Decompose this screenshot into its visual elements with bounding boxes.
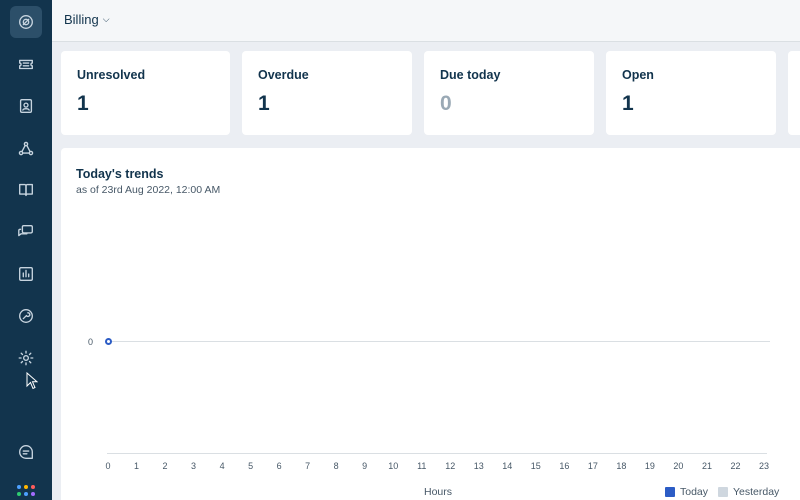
legend-label-yesterday: Yesterday <box>733 486 780 498</box>
x-tick-label: 0 <box>105 461 111 471</box>
x-tick-label: 9 <box>362 461 368 471</box>
x-tick-label: 17 <box>587 461 598 471</box>
group-selector-dropdown[interactable]: Billing ⌵ <box>64 12 110 27</box>
mouse-cursor-icon <box>26 372 38 390</box>
x-tick-label: 23 <box>758 461 769 471</box>
trends-title: Today's trends <box>76 167 164 181</box>
x-tick-label: 12 <box>445 461 456 471</box>
reports-icon[interactable] <box>10 258 42 290</box>
stat-label: Open <box>622 68 654 82</box>
x-tick-label: 4 <box>219 461 225 471</box>
knowledge-base-icon[interactable] <box>10 174 42 206</box>
stat-card-due-today[interactable]: Due today 0 <box>424 51 594 135</box>
stat-value: 1 <box>622 92 634 115</box>
today-data-point[interactable] <box>105 338 112 345</box>
x-axis-line <box>107 453 767 454</box>
chevron-down-icon: ⌵ <box>102 14 110 24</box>
trends-subtitle: as of 23rd Aug 2022, 12:00 AM <box>76 184 221 196</box>
stat-label: Overdue <box>258 68 309 82</box>
x-tick-label: 18 <box>616 461 627 471</box>
freshdesk-chat-icon[interactable] <box>10 436 42 468</box>
x-tick-label: 3 <box>191 461 197 471</box>
x-tick-label: 8 <box>333 461 339 471</box>
stat-label: Unresolved <box>77 68 146 82</box>
x-axis-title: Hours <box>424 486 453 498</box>
groups-icon[interactable] <box>10 133 42 165</box>
legend-label-today: Today <box>680 486 709 498</box>
x-tick-label: 13 <box>473 461 484 471</box>
x-tick-label: 22 <box>730 461 741 471</box>
y-tick-label: 0 <box>88 337 94 347</box>
x-tick-label: 1 <box>134 461 140 471</box>
stat-value: 1 <box>77 92 89 115</box>
tickets-icon[interactable] <box>10 48 42 80</box>
x-tick-label: 5 <box>248 461 254 471</box>
legend-swatch-yesterday <box>718 487 728 497</box>
legend-swatch-today <box>665 487 675 497</box>
x-tick-label: 10 <box>388 461 399 471</box>
apps-grid-icon[interactable] <box>17 485 35 500</box>
sidebar <box>0 0 52 500</box>
x-tick-label: 7 <box>305 461 311 471</box>
stat-card-partial[interactable] <box>788 51 800 135</box>
conversations-icon[interactable] <box>10 216 42 248</box>
legend-yesterday[interactable]: Yesterday <box>718 486 779 498</box>
group-selector-label: Billing <box>64 12 99 27</box>
x-tick-label: 19 <box>644 461 655 471</box>
stat-card-overdue[interactable]: Overdue 1 <box>242 51 412 135</box>
x-tick-label: 15 <box>530 461 541 471</box>
zero-gridline <box>106 341 770 342</box>
stat-value: 1 <box>258 92 270 115</box>
x-tick-label: 11 <box>417 461 427 471</box>
x-tick-label: 2 <box>162 461 168 471</box>
settings-icon[interactable] <box>10 342 42 374</box>
x-tick-label: 20 <box>673 461 684 471</box>
top-header: Billing ⌵ <box>52 0 800 42</box>
dashboard-icon[interactable] <box>10 6 42 38</box>
admin-tools-icon[interactable] <box>10 300 42 332</box>
stat-card-open[interactable]: Open 1 <box>606 51 776 135</box>
x-tick-label: 16 <box>559 461 570 471</box>
todays-trends-panel: Today's trends as of 23rd Aug 2022, 12:0… <box>61 148 800 500</box>
contacts-icon[interactable] <box>10 90 42 122</box>
legend-today[interactable]: Today <box>665 486 708 498</box>
x-tick-label: 21 <box>701 461 712 471</box>
x-tick-label: 14 <box>502 461 513 471</box>
x-tick-label: 6 <box>276 461 282 471</box>
stat-label: Due today <box>440 68 501 82</box>
stat-value: 0 <box>440 92 452 115</box>
stat-card-unresolved[interactable]: Unresolved 1 <box>61 51 230 135</box>
